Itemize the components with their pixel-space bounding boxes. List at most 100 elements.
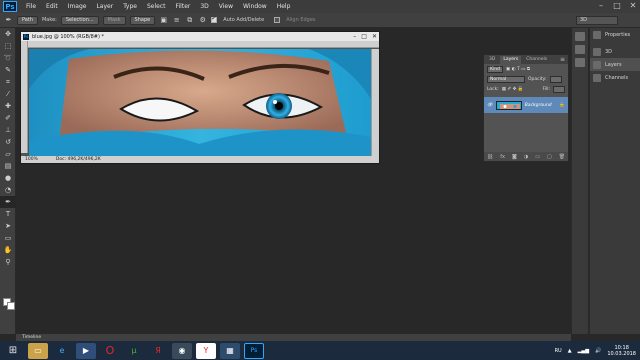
vertical-scrollbar[interactable]: [371, 49, 379, 158]
eyedropper-tool-icon[interactable]: ⁄: [0, 88, 16, 100]
horizontal-ruler[interactable]: [28, 41, 379, 48]
blend-mode-select[interactable]: Normal: [487, 75, 525, 83]
pen-tool-icon[interactable]: ✒: [0, 196, 16, 208]
path-arrangement-icon[interactable]: ⧉: [185, 16, 194, 25]
fx-icon[interactable]: fx: [500, 154, 505, 160]
menu-3d[interactable]: 3D: [195, 0, 213, 13]
panel-3d[interactable]: 3D: [590, 45, 640, 58]
marquee-tool-icon[interactable]: ⬚: [0, 40, 16, 52]
media-player-icon[interactable]: ▶: [76, 342, 96, 359]
new-layer-icon[interactable]: ▢: [547, 154, 552, 160]
tor-icon[interactable]: ◉: [172, 342, 192, 359]
menu-view[interactable]: View: [214, 0, 238, 13]
align-edges-checkbox[interactable]: [274, 17, 281, 23]
layer-row-background[interactable]: 👁 Background 🔒: [484, 97, 568, 113]
blur-tool-icon[interactable]: ●: [0, 172, 16, 184]
mode-select[interactable]: Path: [17, 15, 38, 25]
opera-icon[interactable]: O: [100, 343, 120, 359]
menu-edit[interactable]: Edit: [41, 0, 63, 13]
opacity-input[interactable]: [549, 75, 562, 83]
internet-explorer-icon[interactable]: e: [52, 343, 72, 359]
panel-properties[interactable]: Properties: [590, 28, 640, 41]
link-layers-icon[interactable]: ⛓: [487, 154, 493, 160]
zoom-tool-icon[interactable]: ⚲: [0, 256, 16, 268]
menu-layer[interactable]: Layer: [91, 0, 118, 13]
brush-tool-icon[interactable]: ✐: [0, 112, 16, 124]
doc-close-button[interactable]: ✕: [372, 32, 377, 41]
minimize-button[interactable]: –: [596, 1, 606, 11]
menu-select[interactable]: Select: [142, 0, 171, 13]
history-icon[interactable]: [575, 32, 585, 41]
lasso-tool-icon[interactable]: ➰: [0, 52, 16, 64]
filter-icons[interactable]: ▣ ◐ T ▭ ⧉: [506, 66, 530, 72]
menu-type[interactable]: Type: [118, 0, 142, 13]
selection-button[interactable]: Selection...: [60, 15, 99, 25]
document-size[interactable]: Doc: 496,2K/496,2K: [56, 156, 101, 163]
panel-layers[interactable]: Layers: [590, 58, 640, 71]
eye-icon[interactable]: 👁: [487, 103, 493, 108]
volume-icon[interactable]: 🔊: [595, 348, 601, 354]
quick-select-tool-icon[interactable]: ✎: [0, 64, 16, 76]
hand-tool-icon[interactable]: ✋: [0, 244, 16, 256]
clock[interactable]: 10:18 10.03.2018: [607, 345, 636, 357]
crop-tool-icon[interactable]: ⌗: [0, 76, 16, 88]
start-button[interactable]: ⊞: [2, 342, 24, 359]
timeline-tab[interactable]: Timeline: [16, 334, 571, 341]
path-operations-icon[interactable]: ▣: [159, 16, 168, 25]
menu-window[interactable]: Window: [238, 0, 272, 13]
panel-channels[interactable]: Channels: [590, 71, 640, 84]
close-button[interactable]: ✕: [628, 1, 638, 11]
type-tool-icon[interactable]: T: [0, 208, 16, 220]
workspace-select[interactable]: 3D: [576, 16, 618, 25]
new-group-icon[interactable]: ▭: [535, 154, 540, 160]
doc-minimize-button[interactable]: –: [353, 32, 356, 41]
path-select-tool-icon[interactable]: ➤: [0, 220, 16, 232]
gradient-tool-icon[interactable]: ▤: [0, 160, 16, 172]
rectangle-tool-icon[interactable]: ▭: [0, 232, 16, 244]
maximize-button[interactable]: □: [612, 1, 622, 11]
yandex-icon[interactable]: Я: [148, 343, 168, 359]
pen-tool-preset-icon[interactable]: ✒: [4, 16, 13, 25]
adjustment-layer-icon[interactable]: ◑: [524, 154, 528, 160]
tab-layers[interactable]: Layers: [500, 56, 522, 64]
add-mask-icon[interactable]: ◙: [512, 154, 517, 160]
doc-maximize-button[interactable]: □: [361, 32, 367, 41]
path-alignment-icon[interactable]: ≡: [172, 16, 181, 25]
auto-add-delete-checkbox[interactable]: [211, 15, 218, 23]
healing-tool-icon[interactable]: ✚: [0, 100, 16, 112]
menu-file[interactable]: File: [21, 0, 41, 13]
gallery-icon[interactable]: ▦: [220, 342, 240, 359]
tab-3d[interactable]: 3D: [486, 56, 498, 64]
menu-image[interactable]: Image: [63, 0, 92, 13]
lock-icons[interactable]: ▦ ✐ ✥ 🔒: [502, 87, 524, 92]
fill-input[interactable]: [553, 85, 565, 93]
explorer-icon[interactable]: ▭: [28, 342, 48, 359]
info-icon[interactable]: [575, 58, 585, 67]
photoshop-taskbar-icon[interactable]: Ps: [244, 342, 264, 359]
background-color-swatch[interactable]: [7, 302, 15, 310]
utorrent-icon[interactable]: µ: [124, 343, 144, 359]
mask-button[interactable]: Mask: [102, 15, 126, 25]
zoom-level[interactable]: 100%: [25, 156, 38, 163]
clone-tool-icon[interactable]: ⊥: [0, 124, 16, 136]
shape-button[interactable]: Shape: [129, 15, 156, 25]
eraser-tool-icon[interactable]: ▱: [0, 148, 16, 160]
swatches-icon[interactable]: [575, 45, 585, 54]
history-brush-tool-icon[interactable]: ↺: [0, 136, 16, 148]
gear-icon[interactable]: ⚙: [198, 16, 207, 25]
vertical-ruler[interactable]: [21, 41, 28, 153]
tab-channels[interactable]: Channels: [523, 56, 550, 64]
panel-menu-icon[interactable]: ≡: [560, 55, 565, 64]
document-canvas[interactable]: [29, 49, 371, 158]
language-indicator[interactable]: RU: [555, 348, 562, 354]
menu-filter[interactable]: Filter: [171, 0, 196, 13]
dodge-tool-icon[interactable]: ◔: [0, 184, 16, 196]
tray-arrow-icon[interactable]: ▲: [568, 348, 572, 354]
menu-help[interactable]: Help: [272, 0, 296, 13]
trash-icon[interactable]: 🗑: [559, 154, 565, 160]
network-icon[interactable]: ▂▄▆: [578, 348, 590, 354]
yandex-browser-icon[interactable]: Y: [196, 342, 216, 359]
kind-filter-select[interactable]: Kind: [487, 65, 503, 73]
document-title-bar[interactable]: Ps blue.jpg @ 100% (RGB/8#) * – □ ✕: [21, 32, 379, 41]
move-tool-icon[interactable]: ✥: [0, 28, 16, 40]
